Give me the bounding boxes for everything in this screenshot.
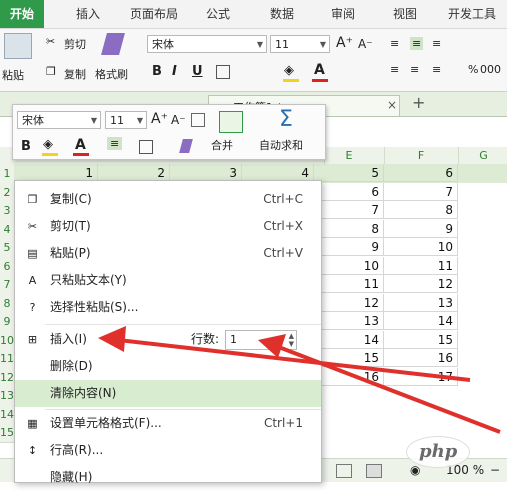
red-arrow-line-1 bbox=[117, 338, 471, 382]
red-arrow-line-2 bbox=[275, 344, 501, 434]
annotation-arrows bbox=[98, 326, 501, 434]
red-arrowhead-1 bbox=[98, 326, 126, 352]
